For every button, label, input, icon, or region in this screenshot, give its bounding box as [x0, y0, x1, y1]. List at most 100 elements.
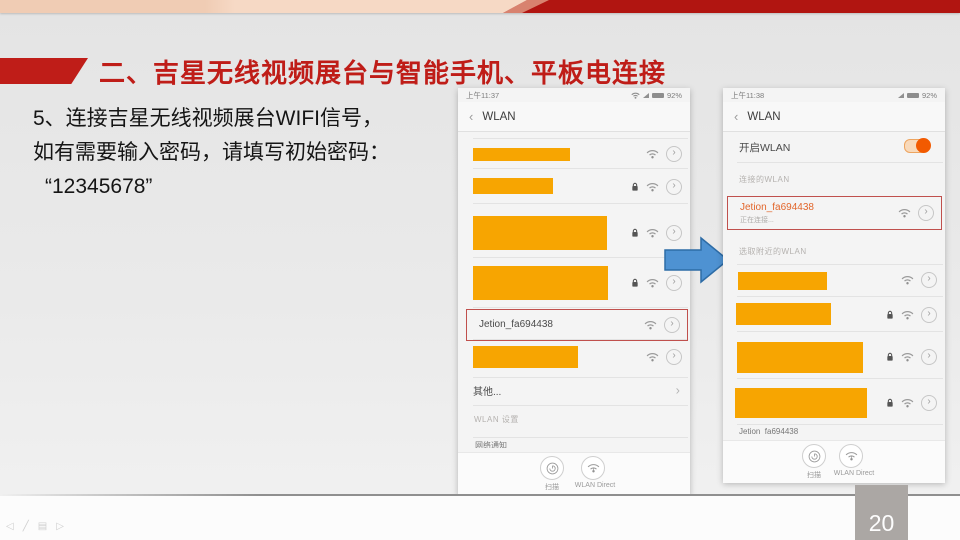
wifi-signal-icon [646, 182, 659, 192]
detail-chevron-icon[interactable]: › [918, 205, 934, 221]
scan-label: 扫描 [807, 470, 821, 480]
nav-prev-icon[interactable]: ◁ [6, 521, 14, 532]
lock-icon [886, 398, 894, 408]
divider [737, 331, 943, 332]
wlan-direct-button[interactable] [839, 444, 863, 468]
right-bottom-toolbar: 扫描 WLAN Direct [723, 440, 945, 483]
wifi-signal-icon [901, 275, 914, 285]
wlan-toggle-switch[interactable] [904, 139, 930, 153]
slide: 二、吉星无线视频展台与智能手机、平板电连接 5、连接吉星无线视频展台WIFI信号… [0, 0, 960, 540]
detail-chevron-icon[interactable]: › [664, 317, 680, 333]
divider [473, 437, 688, 438]
divider [737, 424, 943, 425]
redaction-bar [473, 346, 578, 368]
highlighted-network-row-jetion[interactable]: Jetion_fa694438 › [466, 309, 688, 341]
lock-icon [886, 352, 894, 362]
nav-next-icon[interactable]: ▷ [56, 521, 64, 532]
divider [473, 168, 688, 169]
wlan-direct-button[interactable] [581, 456, 605, 480]
divider [737, 296, 943, 297]
status-signal-icon [898, 93, 904, 98]
clipped-setting-label: 网络通知 [475, 440, 555, 448]
detail-chevron-icon[interactable]: › [921, 395, 937, 411]
wifi-signal-icon [646, 352, 659, 362]
wifi-signal-icon [898, 208, 911, 218]
divider [473, 307, 688, 308]
detail-chevron-icon[interactable]: › [666, 146, 682, 162]
back-icon[interactable]: ‹ [469, 109, 473, 124]
right-wlan-header: ‹ WLAN [723, 102, 945, 132]
status-battery-icon [652, 93, 664, 98]
detail-chevron-icon[interactable]: › [921, 349, 937, 365]
redaction-bar [473, 266, 608, 300]
page-number-box: 20 [855, 485, 908, 540]
wlan-direct-label: WLAN Direct [834, 470, 874, 477]
redaction-bar [473, 178, 553, 194]
presenter-nav: ◁ ╱ ▤ ▷ [6, 521, 64, 532]
left-status-bar: 上午11:37 92% [458, 88, 690, 102]
divider [737, 162, 943, 163]
wlan-direct-icon [587, 463, 600, 473]
slides-grid-icon[interactable]: ▤ [38, 521, 47, 532]
divider [473, 257, 688, 258]
detail-chevron-icon[interactable]: › [921, 307, 937, 323]
left-status-time: 上午11:37 [466, 90, 499, 101]
wlan-settings-header: WLAN 设置 [474, 414, 519, 425]
body-line-3: “12345678” [33, 170, 390, 204]
connecting-status: 正在连接... [740, 215, 774, 225]
scan-label: 扫描 [545, 482, 559, 492]
wifi-signal-icon [646, 149, 659, 159]
body-line-2: 如有需要输入密码，请填写初始密码： [33, 136, 390, 170]
right-phone-screenshot: 上午11:38 92% ‹ WLAN 开启WLAN 连接的WLAN Jetion… [723, 88, 945, 482]
page-title: 二、吉星无线视频展台与智能手机、平板电连接 [99, 53, 666, 90]
divider [473, 377, 688, 378]
right-status-time: 上午11:38 [731, 90, 764, 101]
wifi-signal-icon [901, 398, 914, 408]
wlan-toggle-label: 开启WLAN [739, 140, 790, 155]
redaction-bar [737, 342, 863, 373]
other-networks-label: 其他... [473, 383, 501, 398]
right-battery-percent: 92% [922, 91, 937, 100]
wifi-signal-icon [646, 278, 659, 288]
scan-button[interactable] [540, 456, 564, 480]
network-name: Jetion_fa694438 [479, 319, 553, 330]
toggle-knob [916, 138, 931, 153]
pen-icon[interactable]: ╱ [23, 521, 29, 532]
redaction-bar [473, 148, 570, 161]
status-battery-icon [907, 93, 919, 98]
lock-icon [631, 278, 639, 288]
redaction-bar [735, 388, 867, 418]
footer-strip [0, 496, 960, 540]
wifi-signal-icon [644, 320, 657, 330]
connected-wlan-header: 连接的WLAN [739, 174, 790, 185]
wlan-direct-label: WLAN Direct [575, 482, 615, 489]
scan-icon [546, 462, 559, 475]
chevron-right-icon: › [676, 383, 680, 398]
transition-arrow-icon [664, 236, 730, 286]
detail-chevron-icon[interactable]: › [921, 272, 937, 288]
divider [737, 264, 943, 265]
scan-button[interactable] [802, 444, 826, 468]
highlighted-network-row-jetion[interactable]: Jetion_fa694438 正在连接... › [727, 196, 942, 230]
lock-icon [631, 182, 639, 192]
left-wlan-header: ‹ WLAN [458, 102, 690, 132]
redaction-bar [738, 272, 827, 290]
back-icon[interactable]: ‹ [734, 109, 738, 124]
network-name: Jetion_fa694438 [740, 202, 814, 213]
body-line-1: 5、连接吉星无线视频展台WIFI信号， [33, 102, 390, 136]
divider [473, 138, 688, 139]
right-status-bar: 上午11:38 92% [723, 88, 945, 102]
wifi-signal-icon [901, 310, 914, 320]
title-accent-shape [0, 58, 88, 84]
wifi-signal-icon [901, 352, 914, 362]
lock-icon [631, 228, 639, 238]
status-signal-icon [643, 93, 649, 98]
detail-chevron-icon[interactable]: › [666, 349, 682, 365]
scan-icon [808, 450, 821, 463]
right-wlan-title: WLAN [747, 111, 780, 123]
wifi-signal-icon [646, 228, 659, 238]
detail-chevron-icon[interactable]: › [666, 179, 682, 195]
clipped-network-label: Jetion_fa694438 [739, 427, 829, 435]
left-phone-screenshot: 上午11:37 92% ‹ WLAN › [458, 88, 690, 495]
divider [473, 405, 688, 406]
